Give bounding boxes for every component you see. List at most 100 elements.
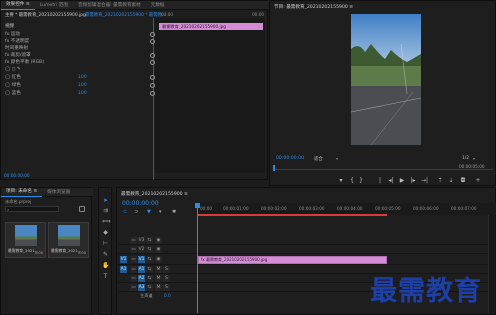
timeline-clip-v1[interactable]: fx 最需教育_20210202155900.jpg [198, 256, 387, 264]
ruler-tick-5: 00:00:05:00 [375, 206, 401, 211]
mark-out-icon[interactable]: } [358, 177, 364, 185]
eye-icon[interactable]: ◉ [155, 246, 162, 253]
add-marker-icon[interactable]: ▾ [159, 209, 162, 215]
razor-tool-icon[interactable]: ◆ [102, 229, 109, 236]
effect-row-red[interactable]: ◯ 红色 100 [1, 73, 269, 81]
lock-icon[interactable]: ▭ [130, 246, 137, 253]
lock-icon[interactable]: ▭ [130, 275, 137, 282]
track-label-v3[interactable]: V3 [138, 237, 145, 244]
pen-tool-icon[interactable]: ✎ [102, 251, 109, 258]
mute-icon[interactable]: M [155, 275, 162, 282]
ec-bottom-timecode: 00:00:00:00 [4, 173, 30, 178]
project-file-name: 未命名.prproj [5, 199, 32, 204]
sync-lock-icon[interactable]: ⇆ [146, 275, 153, 282]
sync-lock-icon[interactable]: ⇆ [146, 237, 153, 244]
tab-media-browser[interactable]: 媒体浏览器 [42, 188, 75, 197]
slip-tool-icon[interactable]: ⊢ [102, 240, 109, 247]
wrench-icon[interactable]: ✱ [172, 209, 176, 215]
effect-row-green[interactable]: ◯ 绿色 100 [1, 81, 269, 89]
linked-selection-icon[interactable]: ⊃ [134, 209, 138, 215]
tab-lumetri-scopes[interactable]: Lumetri 范围 [35, 1, 73, 10]
tools-panel: ➤ ⇉ ⟺ ◆ ⊢ ✎ ✋ T [98, 187, 112, 315]
source-patch-v1[interactable]: V1 [120, 256, 127, 263]
track-label-a1[interactable]: A1 [138, 266, 145, 273]
new-bin-icon[interactable] [79, 206, 85, 212]
extract-icon[interactable]: ⇣ [448, 177, 454, 185]
track-select-tool-icon[interactable]: ⇉ [102, 207, 109, 214]
lock-icon[interactable]: ▭ [130, 284, 137, 291]
track-v3[interactable]: ▭ V3 ⇆ ◉ [118, 236, 496, 245]
solo-icon[interactable]: S [163, 284, 170, 291]
snap-icon[interactable]: ⊂ [123, 209, 127, 215]
program-playhead[interactable] [273, 165, 275, 171]
go-to-out-icon[interactable]: →| [421, 177, 428, 185]
mute-icon[interactable]: M [155, 284, 162, 291]
effect-controls-panel: 效果控件 ≡ Lumetri 范围 音频剪辑混合器: 最需教育素材 元数据 主要… [0, 0, 269, 180]
program-monitor-title[interactable]: 节目: 最需教育_20210202155900 ≡ [274, 4, 353, 10]
fit-dropdown[interactable]: 适合 [314, 156, 323, 162]
track-label-a3[interactable]: A3 [138, 284, 145, 291]
sync-lock-icon[interactable]: ⇆ [146, 256, 153, 263]
camera-icon[interactable]: ◘ [460, 177, 466, 185]
timeline-tab[interactable]: 最需教育_20210202155900 ≡ [121, 191, 188, 197]
blue-value[interactable]: 100 [78, 91, 87, 96]
tab-effect-controls[interactable]: 效果控件 ≡ [1, 0, 35, 10]
eye-icon[interactable]: ◉ [155, 237, 162, 244]
project-search-input[interactable]: ⌕ [5, 206, 59, 212]
ruler-tick-6: 00:00:06:00 [413, 206, 439, 211]
master-track-value[interactable]: 0.0 [164, 293, 171, 298]
track-label-v2[interactable]: V2 [138, 246, 145, 253]
selection-tool-icon[interactable]: ➤ [102, 197, 109, 204]
lock-icon[interactable]: ▭ [130, 266, 137, 273]
ruler-tick-1: 00:00:01:00 [223, 206, 249, 211]
chevron-down-icon[interactable]: ▾ [336, 156, 338, 161]
type-tool-icon[interactable]: T [102, 273, 109, 280]
lift-icon[interactable]: ⇡ [437, 177, 443, 185]
ripple-edit-tool-icon[interactable]: ⟺ [102, 218, 111, 225]
add-marker-icon[interactable]: ▾ [338, 177, 344, 185]
sync-lock-icon[interactable]: ⇆ [146, 246, 153, 253]
work-area-bar[interactable] [198, 214, 387, 216]
resolution-dropdown[interactable]: 1/2 [462, 156, 469, 161]
timeline-timecode[interactable]: 00:00:00:00 [122, 200, 159, 207]
tab-project[interactable]: 项目: 未命名 ≡ [1, 187, 43, 197]
red-value[interactable]: 100 [78, 75, 87, 80]
playhead-handle[interactable] [195, 203, 200, 208]
project-tabbar: 项目: 未命名 ≡ 媒体浏览器 [1, 188, 93, 197]
sync-lock-icon[interactable]: ⇆ [146, 284, 153, 291]
solo-icon[interactable]: S [163, 266, 170, 273]
mark-in-icon[interactable]: { [349, 177, 355, 185]
track-v2[interactable]: ▭ V2 ⇆ ◉ [118, 245, 496, 254]
ec-clip-bar[interactable]: 最需教育_20210202155900.jpg [159, 23, 263, 30]
marker-icon[interactable]: ▼ [147, 209, 151, 215]
step-forward-icon[interactable]: |▸ [410, 177, 416, 185]
video-frame-image [351, 14, 421, 145]
eye-icon[interactable]: ◉ [155, 256, 162, 263]
mute-icon[interactable]: M [155, 266, 162, 273]
sync-lock-icon[interactable]: ⇆ [146, 266, 153, 273]
project-item-1[interactable]: 最需教育_2021... 5:00 [5, 222, 46, 258]
button-editor-icon[interactable]: + [475, 177, 481, 185]
hand-tool-icon[interactable]: ✋ [102, 262, 109, 269]
track-label-v1[interactable]: V1 [138, 256, 145, 263]
project-item-2[interactable]: 最需教育_2021... 5:00 [48, 222, 89, 258]
program-scrub-bar[interactable] [274, 169, 493, 170]
play-icon[interactable]: ▶ [399, 177, 405, 185]
mask-tools-row[interactable]: ◯ ◻ ✎ [1, 65, 269, 73]
chevron-down-icon[interactable]: ▾ [473, 156, 475, 161]
tab-audio-clip-mixer[interactable]: 音频剪辑混合器: 最需教育素材 [73, 1, 146, 10]
lock-icon[interactable]: ▭ [130, 256, 137, 263]
program-timecode[interactable]: 00:00:00:00 [276, 156, 304, 161]
step-back-icon[interactable]: ◂| [388, 177, 394, 185]
solo-icon[interactable]: S [163, 275, 170, 282]
source-clip-label[interactable]: 主要 * 最需教育_20210202155900.jpg [5, 12, 86, 18]
track-label-a2[interactable]: A2 [138, 275, 145, 282]
timeline-playhead[interactable] [197, 203, 198, 313]
lock-icon[interactable]: ▭ [130, 237, 137, 244]
green-value[interactable]: 100 [78, 83, 87, 88]
effect-row-blue[interactable]: ◯ 蓝色 100 [1, 89, 269, 97]
watermark-text: 最需教育 [370, 276, 482, 307]
source-patch-a1[interactable]: A1 [120, 266, 127, 273]
ruler-tick-4: 00:00:04:00 [337, 206, 363, 211]
tab-metadata[interactable]: 元数据 [146, 1, 170, 10]
